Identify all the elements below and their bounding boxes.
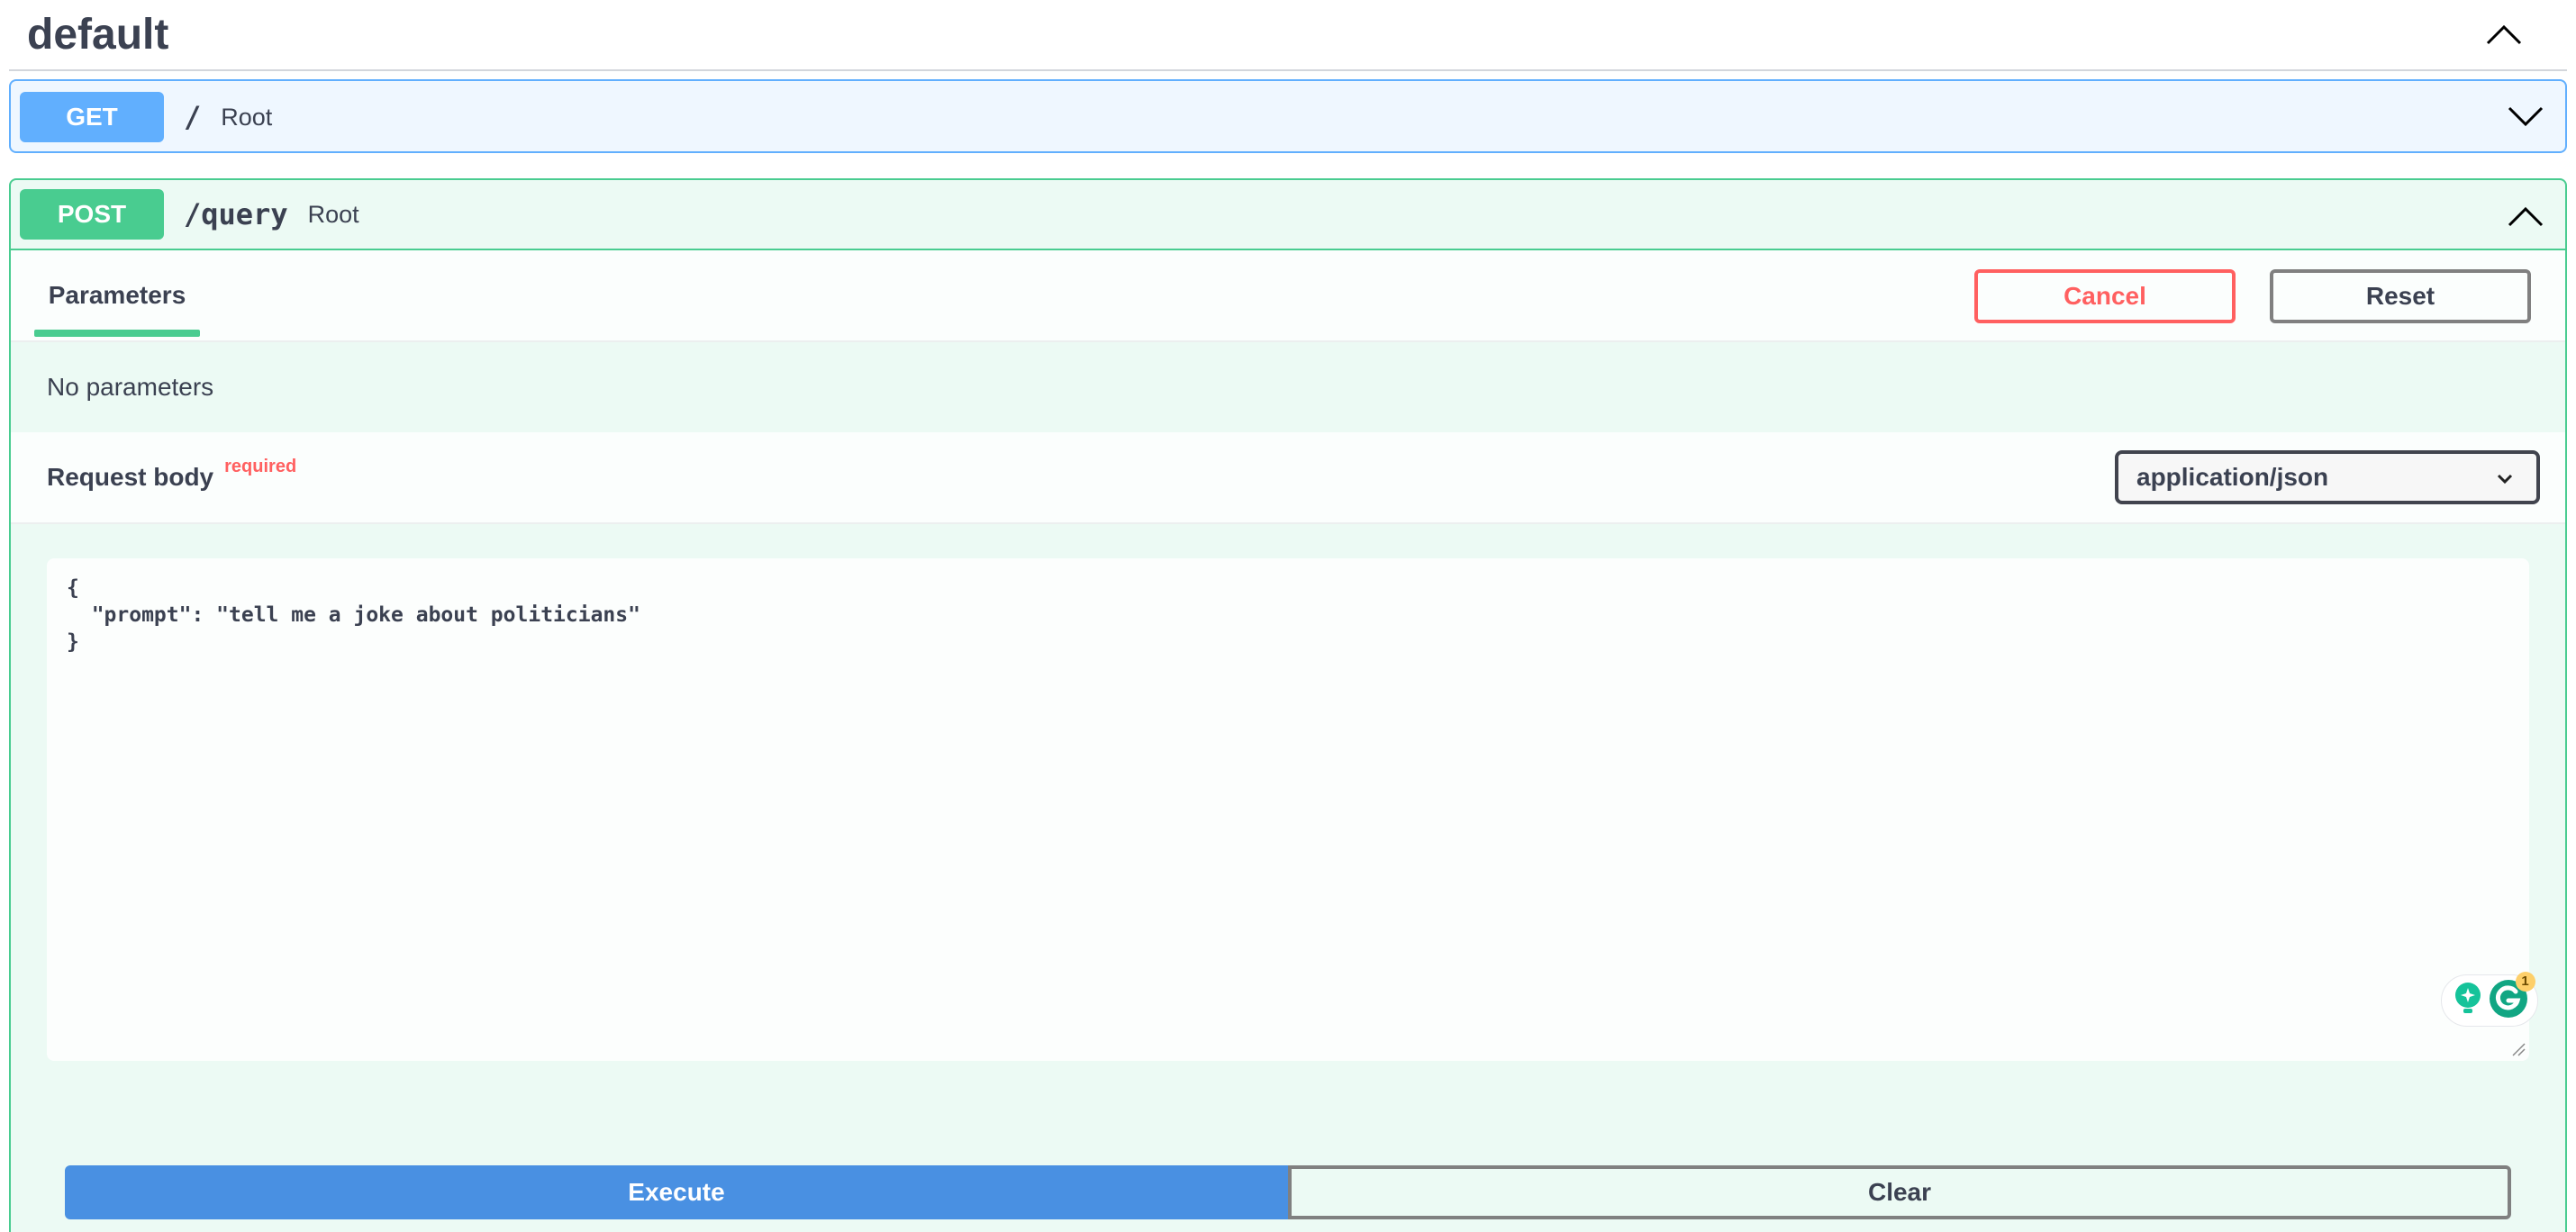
cancel-button[interactable]: Cancel [1974, 269, 2236, 323]
chevron-down-icon [2495, 467, 2515, 495]
request-body-title: Request body [47, 463, 214, 491]
opblock-post-summary[interactable]: POST /query Root [11, 180, 2565, 250]
opblock-post-query: POST /query Root Parameters Cancel Reset… [9, 178, 2567, 1232]
method-badge-post: POST [20, 189, 164, 240]
no-parameters-text: No parameters [47, 373, 214, 401]
chevron-down-icon[interactable] [2499, 90, 2553, 144]
section-title: default [27, 11, 169, 59]
grammarly-widget[interactable]: 1 [2441, 971, 2538, 1027]
clear-button[interactable]: Clear [1288, 1165, 2511, 1219]
resize-handle-icon[interactable] [2511, 1042, 2526, 1061]
endpoint-summary: Root [221, 103, 273, 131]
required-badge: required [224, 456, 297, 476]
method-badge-get: GET [20, 92, 164, 142]
endpoint-summary: Root [307, 200, 359, 228]
request-body-textarea[interactable]: { "prompt": "tell me a joke about politi… [47, 558, 2529, 1061]
opblock-get-summary[interactable]: GET / Root [11, 81, 2565, 153]
endpoint-path: / [184, 100, 202, 134]
opblock-get-root: GET / Root [9, 79, 2567, 153]
chevron-up-icon[interactable] [2477, 7, 2531, 61]
tab-parameters[interactable]: Parameters [34, 250, 200, 340]
grammarly-g-icon[interactable]: 1 [2489, 971, 2535, 1023]
endpoint-path: /query [184, 197, 288, 231]
chevron-up-icon[interactable] [2499, 189, 2553, 243]
tab-active-indicator [34, 330, 200, 337]
request-body-editor-wrap: { "prompt": "tell me a joke about politi… [11, 524, 2565, 1063]
parameters-tab-bar: Parameters Cancel Reset [11, 250, 2565, 342]
request-body-header: Request body required application/json [11, 432, 2565, 524]
section-header[interactable]: default [9, 0, 2567, 71]
execute-button-row: Execute Clear [65, 1165, 2511, 1219]
reset-button[interactable]: Reset [2270, 269, 2531, 323]
swagger-page: default GET / Root POST /query Root Para… [0, 0, 2576, 1232]
content-type-select[interactable]: application/json [2115, 450, 2540, 504]
lightbulb-icon[interactable] [2452, 981, 2484, 1021]
execute-button[interactable]: Execute [65, 1165, 1288, 1219]
grammarly-badge: 1 [2515, 971, 2535, 992]
content-type-value: application/json [2136, 463, 2329, 491]
